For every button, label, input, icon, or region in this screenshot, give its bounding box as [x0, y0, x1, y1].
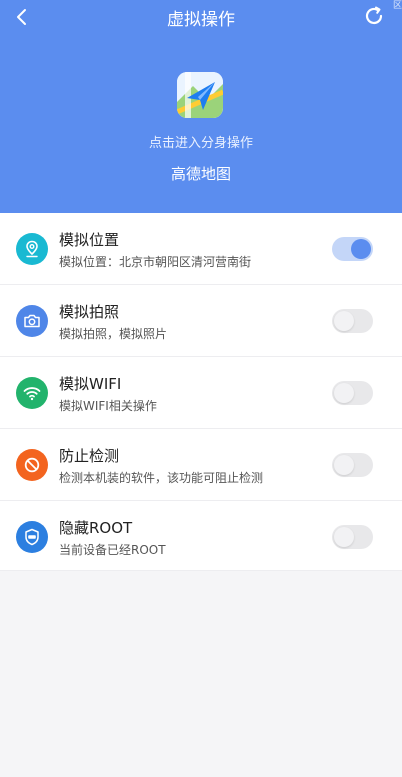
header: 虚拟操作 区 点击进入分身操作 高德地图	[0, 0, 402, 213]
setting-title: 模拟WIFI	[59, 375, 122, 393]
toggle-knob	[334, 383, 354, 403]
camera-toggle[interactable]	[332, 309, 373, 333]
refresh-icon	[365, 6, 383, 25]
toggle-knob	[334, 527, 354, 547]
amap-logo-icon	[177, 72, 223, 118]
settings-list: 模拟位置 模拟位置：北京市朝阳区清河营南街 模拟拍照 模拟拍照，模拟照片 模拟W…	[0, 213, 402, 571]
location-toggle[interactable]	[332, 237, 373, 261]
setting-row-anti-detect[interactable]: 防止检测 检测本机装的软件，该功能可阻止检测	[0, 429, 402, 501]
setting-row-root[interactable]: 隐藏ROOT 当前设备已经ROOT	[0, 501, 402, 571]
app-name: 高德地图	[170, 165, 231, 183]
setting-subtitle: 模拟位置：北京市朝阳区清河营南街	[59, 255, 252, 269]
page-title: 虚拟操作	[167, 10, 235, 30]
amap-app-icon[interactable]	[177, 72, 223, 118]
toggle-knob	[351, 239, 371, 259]
toggle-knob	[334, 455, 354, 475]
top-bar: 虚拟操作 区	[0, 0, 402, 34]
setting-subtitle: 模拟拍照，模拟照片	[59, 327, 168, 341]
setting-title: 模拟拍照	[59, 303, 120, 321]
enter-clone-text[interactable]: 点击进入分身操作	[0, 132, 402, 151]
edge-text: 区	[392, 1, 402, 11]
location-pin-icon	[16, 233, 48, 265]
setting-title: 防止检测	[59, 447, 120, 465]
anti-detect-toggle[interactable]	[332, 453, 373, 477]
toggle-knob	[334, 311, 354, 331]
setting-title: 模拟位置	[59, 231, 120, 249]
setting-row-camera[interactable]: 模拟拍照 模拟拍照，模拟照片	[0, 285, 402, 357]
root-toggle[interactable]	[332, 525, 373, 549]
setting-row-wifi[interactable]: 模拟WIFI 模拟WIFI相关操作	[0, 357, 402, 429]
setting-row-location[interactable]: 模拟位置 模拟位置：北京市朝阳区清河营南街	[0, 213, 402, 285]
refresh-button[interactable]	[362, 4, 386, 28]
setting-subtitle: 模拟WIFI相关操作	[59, 399, 157, 413]
wifi-icon	[16, 377, 48, 409]
wifi-toggle[interactable]	[332, 381, 373, 405]
camera-icon	[16, 305, 48, 337]
setting-title: 隐藏ROOT	[59, 519, 133, 537]
setting-subtitle: 检测本机装的软件，该功能可阻止检测	[59, 471, 264, 485]
block-icon	[16, 449, 48, 481]
setting-subtitle: 当前设备已经ROOT	[59, 543, 166, 557]
root-shield-icon	[16, 521, 48, 553]
